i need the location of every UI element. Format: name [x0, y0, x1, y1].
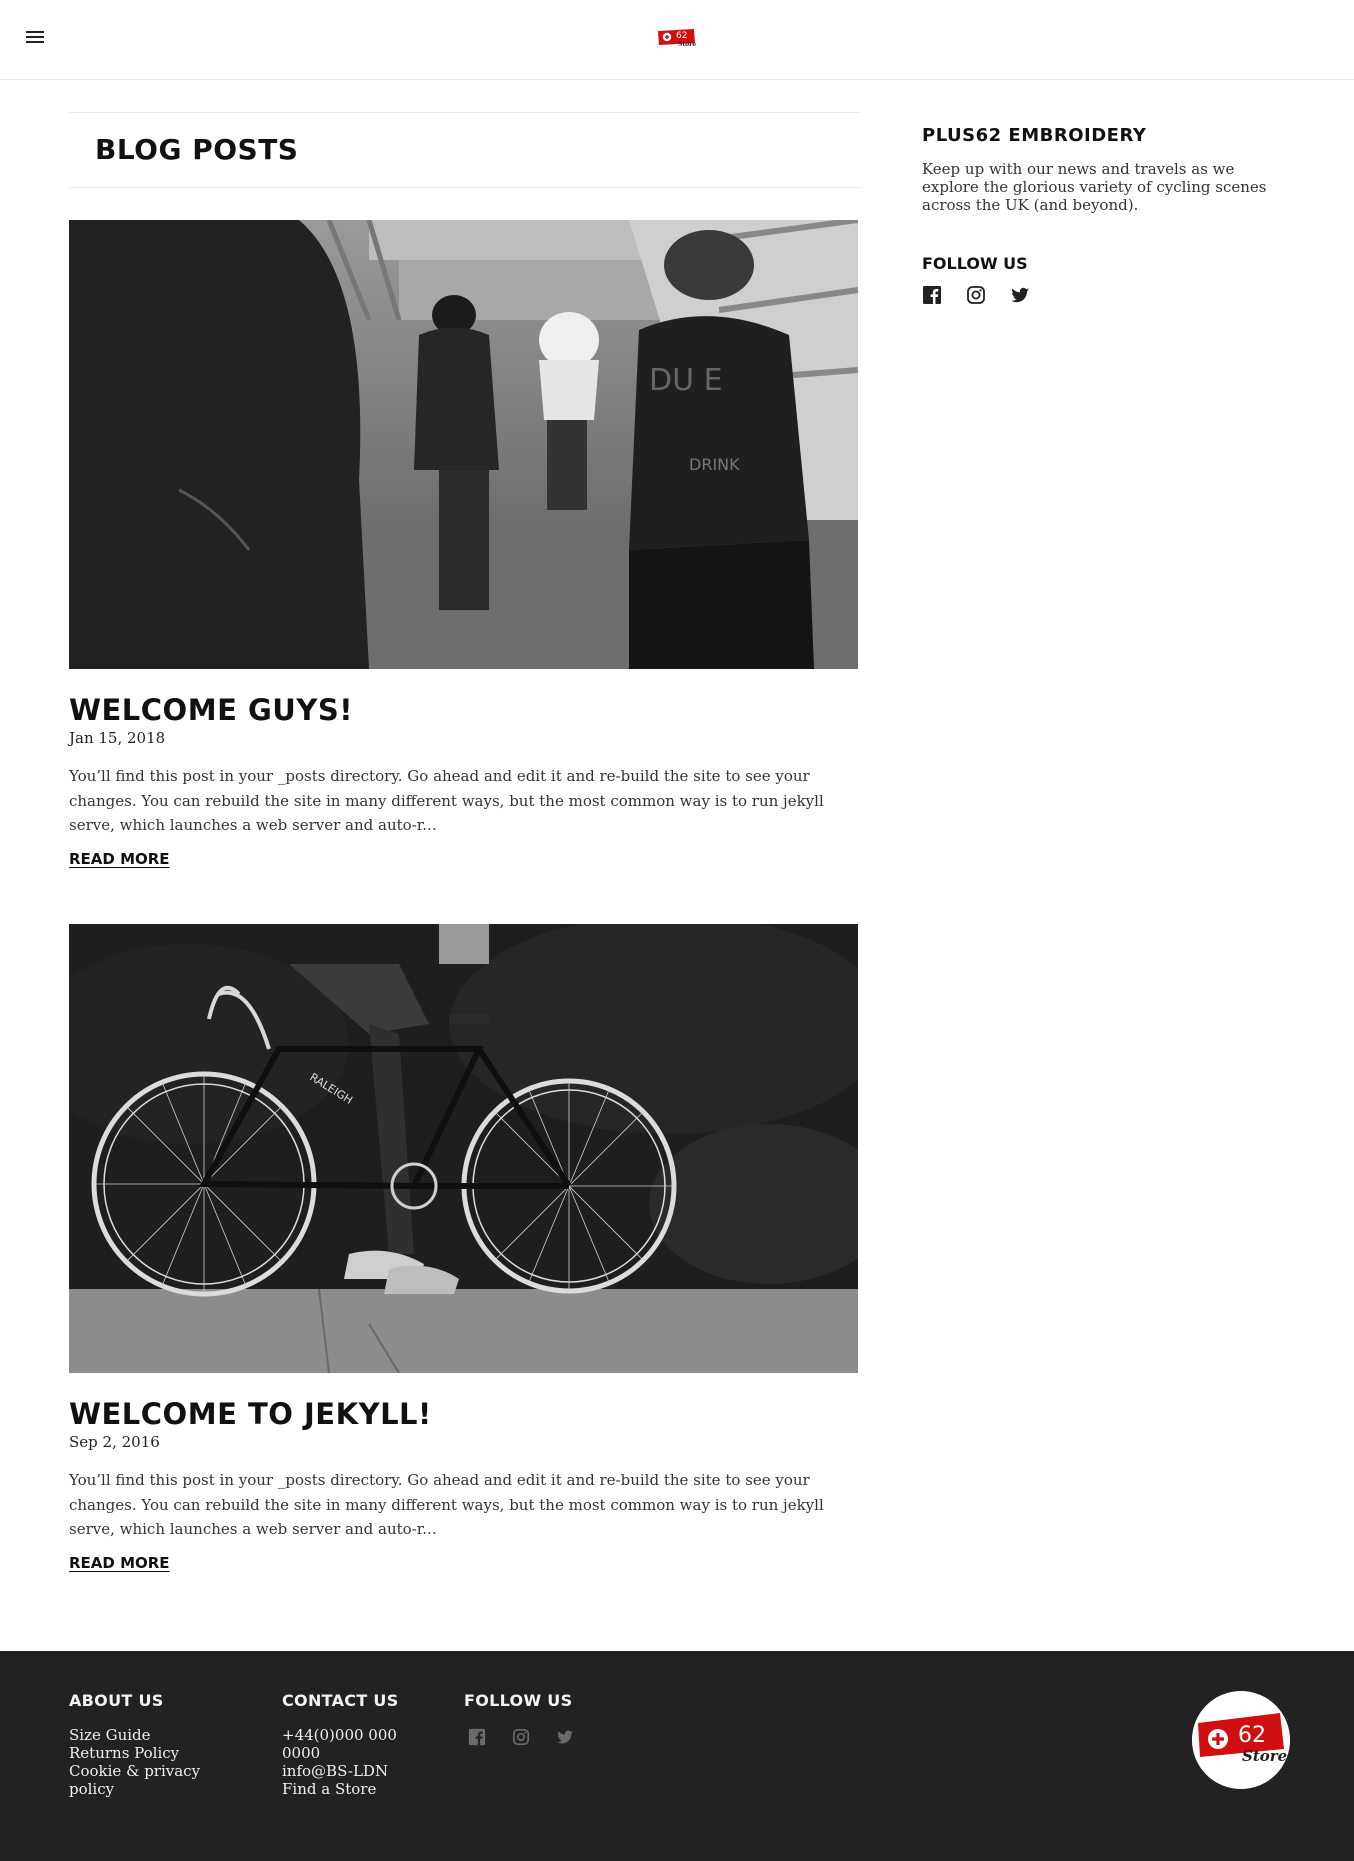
svg-text:DU E: DU E [649, 363, 723, 398]
svg-text:62: 62 [676, 31, 687, 41]
sidebar: PLUS62 EMBROIDERY Keep up with our news … [922, 125, 1302, 305]
read-more-link[interactable]: READ MORE [69, 850, 170, 868]
footer-about-heading: ABOUT US [69, 1691, 164, 1710]
blog-post-card: DU E DRINK WELCOME GUYS! Jan 15, 2018 Yo… [69, 220, 858, 868]
footer-follow-heading: FOLLOW US [464, 1691, 573, 1710]
returns-policy-link[interactable]: Returns Policy [69, 1744, 179, 1762]
post-date: Sep 2, 2016 [69, 1433, 160, 1451]
sidebar-description: Keep up with our news and travels as we … [922, 160, 1267, 214]
section-header: BLOG POSTS [69, 112, 860, 188]
cookie-privacy-link[interactable]: Cookie & privacy policy [69, 1762, 200, 1798]
twitter-icon[interactable] [556, 1728, 574, 1746]
post-title[interactable]: WELCOME TO JEKYLL! [69, 1397, 858, 1431]
post-excerpt: You’ll find this post in your _posts dir… [69, 767, 824, 834]
svg-text:62: 62 [1238, 1723, 1266, 1748]
svg-text:DRINK: DRINK [689, 455, 740, 474]
hamburger-menu-icon[interactable] [24, 27, 48, 47]
page-title: BLOG POSTS [95, 133, 299, 166]
footer-contact-column: CONTACT US +44(0)000 000 0000 info@BS-LD… [282, 1691, 412, 1798]
footer-contact-heading: CONTACT US [282, 1691, 399, 1710]
sidebar-title: PLUS62 EMBROIDERY [922, 125, 1147, 146]
find-store-link[interactable]: Find a Store [282, 1780, 376, 1798]
social-links [922, 285, 1302, 305]
instagram-icon[interactable] [966, 285, 986, 305]
footer-social-links [464, 1728, 574, 1746]
footer-logo[interactable]: 62 Store [1192, 1691, 1290, 1789]
site-footer: ABOUT US Size Guide Returns Policy Cooki… [0, 1651, 1354, 1861]
twitter-icon[interactable] [1010, 285, 1030, 305]
facebook-icon[interactable] [922, 285, 942, 305]
post-image-cyclists[interactable]: DU E DRINK [69, 220, 858, 669]
svg-text:Store: Store [1242, 1747, 1287, 1765]
site-header: 62 Store [0, 0, 1354, 80]
post-title[interactable]: WELCOME GUYS! [69, 693, 858, 727]
post-image-bicycle[interactable]: RALEIGH [69, 924, 858, 1373]
read-more-link[interactable]: READ MORE [69, 1554, 170, 1572]
footer-follow-column: FOLLOW US [464, 1691, 574, 1746]
blog-post-card: RALEIGH WELCOME TO JEKYLL! Sep 2, 2016 Y… [69, 924, 858, 1572]
footer-about-column: ABOUT US Size Guide Returns Policy Cooki… [69, 1691, 209, 1798]
post-excerpt: You’ll find this post in your _posts dir… [69, 1471, 824, 1538]
instagram-icon[interactable] [512, 1728, 530, 1746]
post-date: Jan 15, 2018 [69, 729, 166, 747]
size-guide-link[interactable]: Size Guide [69, 1726, 151, 1744]
site-logo[interactable]: 62 Store [657, 27, 699, 49]
svg-text:Store: Store [678, 41, 696, 48]
facebook-icon[interactable] [468, 1728, 486, 1746]
follow-us-heading: FOLLOW US [922, 254, 1028, 273]
contact-email-link[interactable]: info@BS-LDN [282, 1762, 388, 1780]
contact-phone: +44(0)000 000 0000 [282, 1726, 397, 1762]
